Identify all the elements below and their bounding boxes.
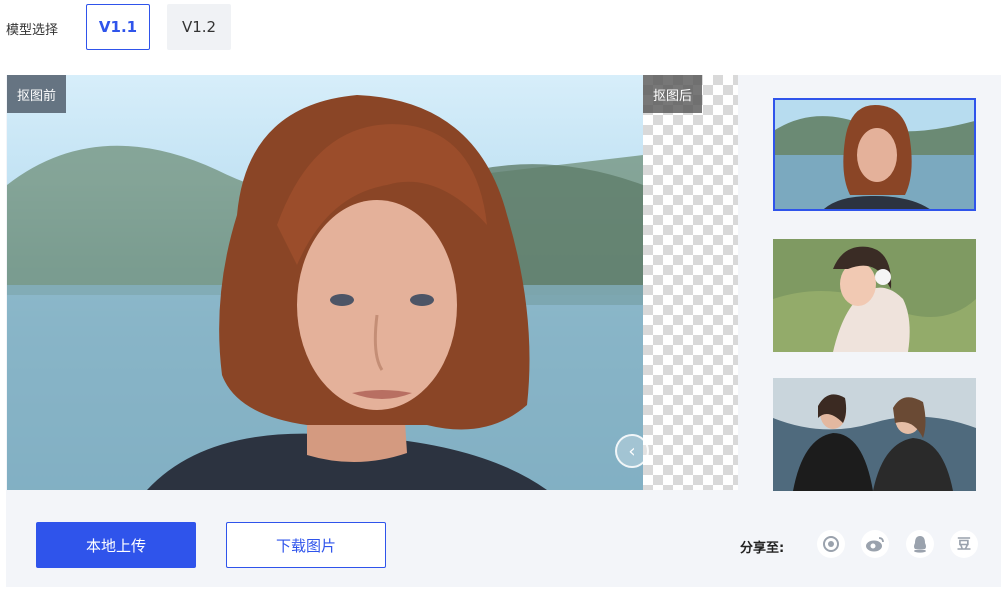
douban-glyph: 豆 bbox=[957, 537, 971, 553]
sample-thumbnail-2[interactable] bbox=[773, 239, 976, 352]
thumbnail-girl-headphones bbox=[773, 239, 976, 352]
qq-icon[interactable] bbox=[906, 530, 934, 558]
matting-panel: 抠图前 抠图后 ‹ 本地上传 下载图片 分享至: 豆 bbox=[6, 75, 1001, 587]
camera-aperture-icon[interactable] bbox=[817, 530, 845, 558]
model-selector: 模型选择 V1.1 V1.2 bbox=[0, 0, 1007, 60]
portrait-illustration bbox=[7, 95, 643, 490]
thumbnail-two-friends bbox=[773, 378, 976, 491]
after-label: 抠图后 bbox=[643, 75, 703, 113]
original-photo bbox=[7, 75, 643, 490]
sample-thumbnail-3[interactable] bbox=[773, 378, 976, 491]
version-v1-2-button[interactable]: V1.2 bbox=[167, 4, 231, 50]
douban-icon[interactable]: 豆 bbox=[950, 530, 978, 558]
transparent-background bbox=[643, 75, 738, 490]
model-selector-label: 模型选择 bbox=[6, 23, 59, 38]
sample-thumbnail-1[interactable] bbox=[773, 98, 976, 211]
download-image-button[interactable]: 下载图片 bbox=[226, 522, 386, 568]
comparison-preview[interactable]: 抠图前 抠图后 ‹ bbox=[7, 75, 738, 490]
comparison-slider-handle[interactable]: ‹ bbox=[615, 434, 649, 468]
share-label: 分享至: bbox=[740, 541, 785, 556]
version-v1-1-button[interactable]: V1.1 bbox=[86, 4, 150, 50]
thumbnail-portrait-woman bbox=[775, 100, 974, 209]
before-label: 抠图前 bbox=[7, 75, 67, 113]
weibo-icon[interactable] bbox=[861, 530, 889, 558]
chevron-left-icon: ‹ bbox=[628, 440, 636, 462]
local-upload-button[interactable]: 本地上传 bbox=[36, 522, 196, 568]
